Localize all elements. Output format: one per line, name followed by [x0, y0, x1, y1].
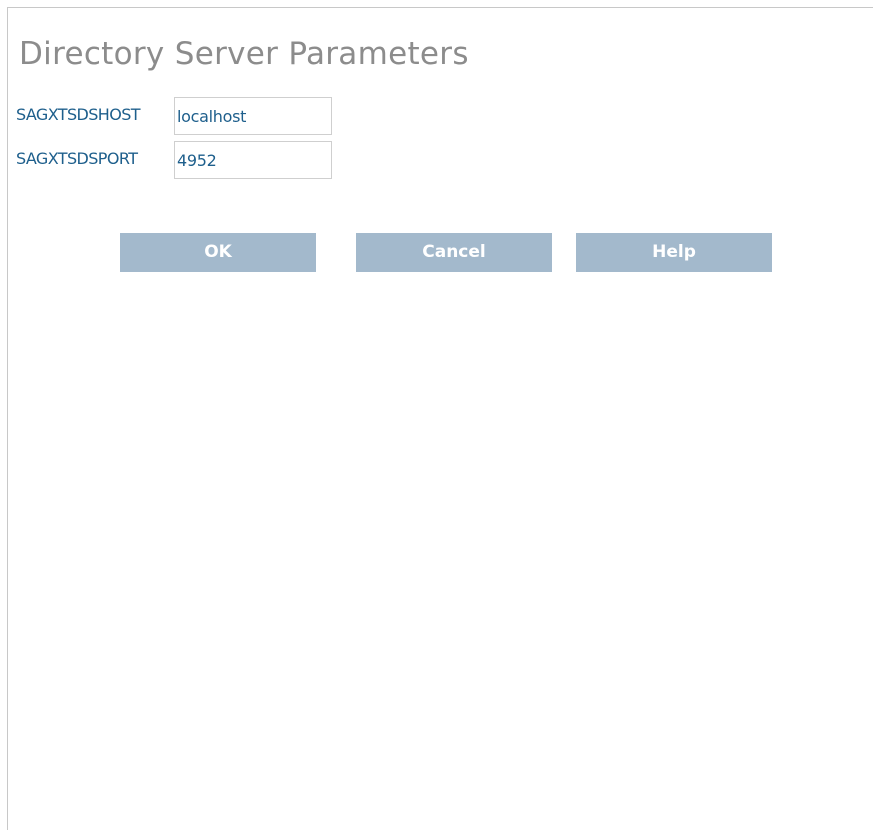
- dialog-panel: Directory Server Parameters SAGXTSDSHOST…: [7, 7, 873, 830]
- page-title: Directory Server Parameters: [19, 36, 469, 72]
- cancel-button[interactable]: Cancel: [356, 233, 552, 272]
- host-input[interactable]: [174, 97, 332, 135]
- ok-button[interactable]: OK: [120, 233, 316, 272]
- port-label: SAGXTSDSPORT: [16, 149, 138, 168]
- help-button[interactable]: Help: [576, 233, 772, 272]
- host-label: SAGXTSDSHOST: [16, 105, 141, 124]
- port-input[interactable]: [174, 141, 332, 179]
